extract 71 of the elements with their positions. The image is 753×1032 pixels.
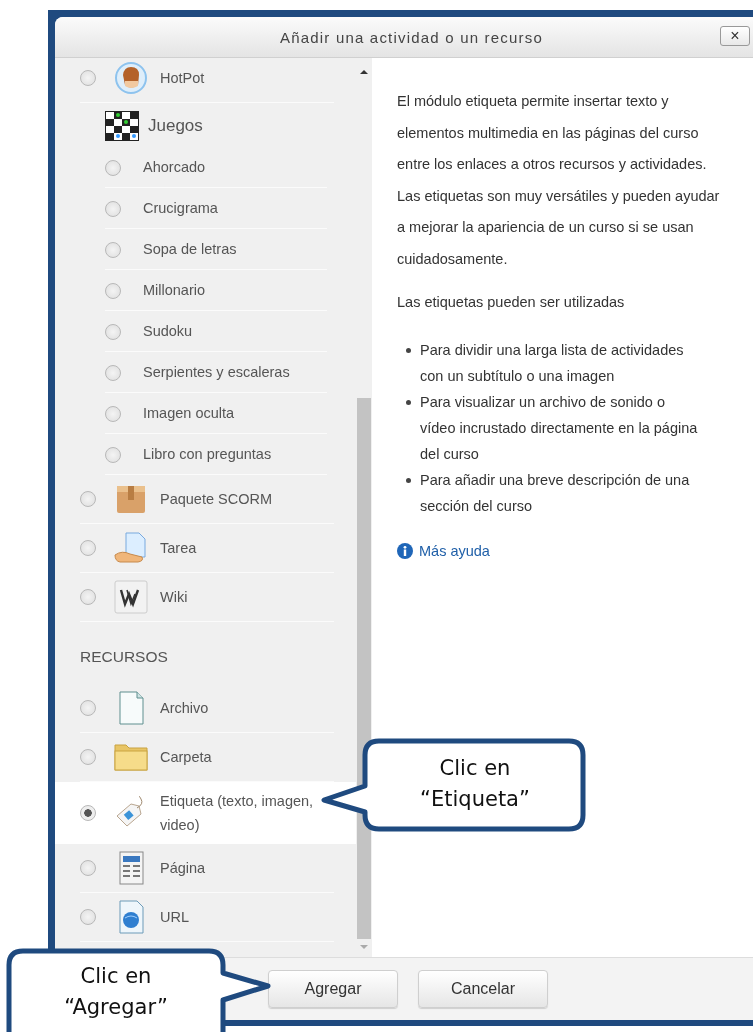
radio-button[interactable]	[105, 242, 121, 259]
wiki-icon	[114, 580, 148, 614]
option-label: Imagen oculta	[143, 405, 235, 421]
radio-button[interactable]	[105, 201, 121, 218]
module-option[interactable]: Paquete SCORM	[55, 475, 356, 524]
radio-button[interactable]	[80, 909, 96, 925]
radio-button[interactable]	[80, 491, 96, 507]
description-text: Las etiquetas pueden ser utilizadas	[397, 293, 626, 312]
module-option[interactable]: Tarea	[55, 524, 356, 573]
radio-button[interactable]	[80, 749, 96, 765]
radio-button[interactable]	[80, 589, 96, 605]
option-label: Crucigrama	[143, 200, 218, 216]
game-option[interactable]: Sudoku	[105, 311, 327, 352]
radio-button[interactable]	[105, 160, 121, 177]
radio-button[interactable]	[80, 70, 96, 86]
module-option[interactable]: Etiqueta (texto, imagen, video)	[55, 782, 356, 844]
option-label: Paquete SCORM	[160, 490, 273, 509]
module-option[interactable]: Wiki	[55, 573, 356, 622]
scroll-down-icon[interactable]	[359, 943, 369, 951]
radio-button[interactable]	[80, 700, 96, 716]
game-option[interactable]: Imagen oculta	[105, 393, 327, 434]
bullet-dot	[406, 477, 411, 483]
module-option[interactable]: Página	[55, 844, 356, 893]
bullet-text: Para dividir una larga lista de actividades con un subtítulo o una imagen	[420, 340, 685, 386]
game-option[interactable]: Sopa de letras	[105, 229, 327, 270]
option-label: Tarea	[160, 539, 197, 558]
close-button[interactable]: ×	[720, 26, 750, 46]
radio-button[interactable]	[80, 860, 96, 876]
radio-button[interactable]	[105, 283, 121, 300]
option-label: Sudoku	[143, 323, 193, 339]
dialog-button[interactable]: Agregar	[268, 970, 398, 1008]
help-link[interactable]: Más ayuda	[397, 542, 490, 559]
bullet-dot	[406, 347, 411, 353]
game-option[interactable]: Crucigrama	[105, 188, 327, 229]
option-label: Wiki	[160, 588, 188, 607]
bullet-text: Para visualizar un archivo de sonido o vídeo incrustado directamente en la página del curso	[420, 392, 699, 464]
bullet-text: Para añadir una breve descripción de una sección del curso	[420, 470, 691, 516]
section-heading: RECURSOS	[79, 647, 169, 667]
option-label: Carpeta	[160, 748, 212, 767]
bullet-dot	[406, 399, 411, 405]
hand-document-icon	[114, 531, 148, 565]
radio-button[interactable]	[80, 540, 96, 556]
option-label: Serpientes y escaleras	[143, 364, 290, 380]
game-option[interactable]: Libro con preguntas	[105, 434, 327, 475]
option-label: Sopa de letras	[143, 241, 237, 257]
option-label: Etiqueta (texto, imagen, video)	[160, 792, 315, 835]
option-label: HotPot	[160, 69, 205, 88]
radio-button[interactable]	[80, 805, 96, 821]
radio-button[interactable]	[105, 324, 121, 341]
option-label: Millonario	[143, 282, 206, 298]
option-label: Libro con preguntas	[143, 446, 272, 462]
option-label: Archivo	[160, 699, 209, 718]
radio-button[interactable]	[105, 365, 121, 382]
option-label: Página	[160, 859, 206, 878]
module-option[interactable]: Archivo	[55, 684, 356, 733]
group-heading: Juegos	[148, 116, 203, 136]
description-text: El módulo etiqueta permite insertar texto y elementos multimedia en las páginas del curso entre los enlaces a otros recursos y actividades. Las etiquetas son muy versátiles y pueden ayudar a mejorar la apariencia de un curso si se usan cuidadosamente.	[397, 92, 721, 269]
game-option[interactable]: Serpientes y escaleras	[105, 352, 327, 393]
dialog-title: Añadir una actividad o un recurso	[279, 28, 544, 46]
radio-button[interactable]	[105, 406, 121, 423]
game-option[interactable]: Ahorcado	[105, 147, 327, 188]
module-option[interactable]: URL	[55, 893, 356, 942]
scroll-up-icon[interactable]	[359, 68, 369, 76]
radio-button[interactable]	[105, 447, 121, 464]
checkerboard-icon	[105, 111, 139, 141]
dialog-button[interactable]: Cancelar	[418, 970, 548, 1008]
option-label: Ahorcado	[143, 159, 206, 175]
game-option[interactable]: Millonario	[105, 270, 327, 311]
option-label: URL	[160, 908, 189, 927]
module-option[interactable]: HotPot	[55, 58, 356, 103]
info-icon	[397, 542, 413, 559]
